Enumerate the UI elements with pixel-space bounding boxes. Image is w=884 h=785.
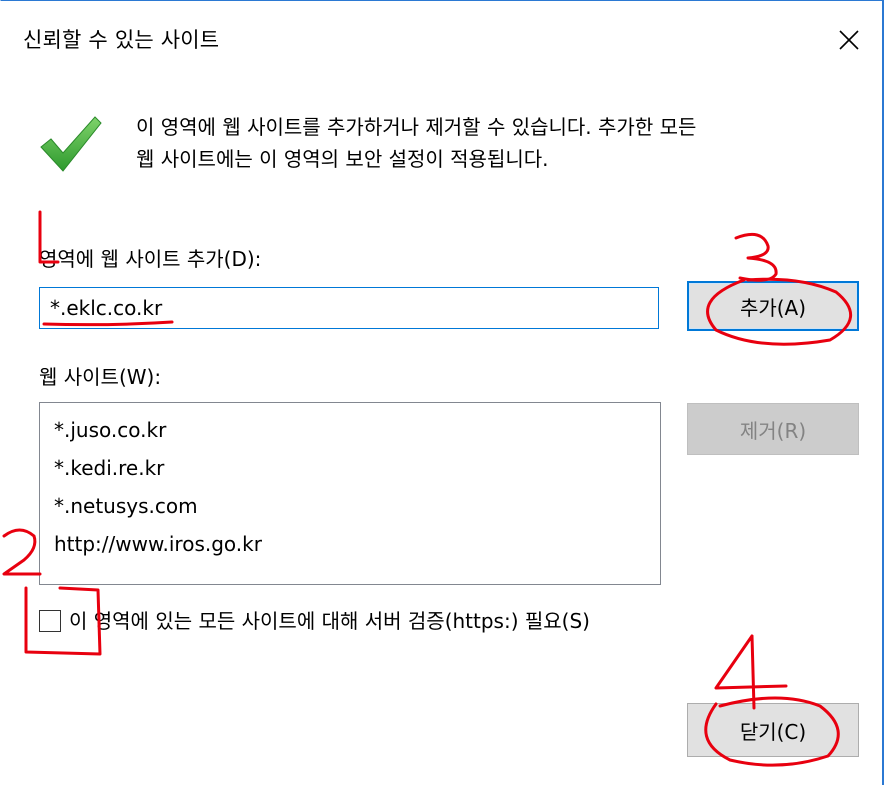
remove-button[interactable]: 제거(R) bbox=[687, 403, 859, 455]
checkmark-icon bbox=[40, 116, 102, 172]
require-https-checkbox[interactable] bbox=[39, 610, 61, 632]
description-line-1: 이 영역에 웹 사이트를 추가하거나 제거할 수 있습니다. 추가한 모든 bbox=[136, 115, 697, 139]
description-line-2: 웹 사이트에는 이 영역의 보안 설정이 적용됩니다. bbox=[136, 147, 549, 171]
dialog-title: 신뢰할 수 있는 사이트 bbox=[23, 28, 220, 52]
list-item[interactable]: *.kedi.re.kr bbox=[40, 449, 660, 487]
require-https-row[interactable]: 이 영역에 있는 모든 사이트에 대해 서버 검증(https:) 필요(S) bbox=[39, 607, 590, 635]
trusted-sites-dialog: 신뢰할 수 있는 사이트 이 영역에 웹 사이트를 추가하거나 제거할 수 있습… bbox=[0, 0, 884, 785]
websites-label: 웹 사이트(W): bbox=[39, 365, 162, 389]
list-item[interactable]: http://www.iros.go.kr bbox=[40, 525, 660, 563]
zone-description: 이 영역에 웹 사이트를 추가하거나 제거할 수 있습니다. 추가한 모든 웹 … bbox=[136, 111, 866, 175]
close-window-button[interactable] bbox=[826, 17, 872, 63]
close-icon bbox=[839, 30, 859, 50]
add-site-input[interactable] bbox=[39, 287, 659, 329]
websites-list[interactable]: *.juso.co.kr *.kedi.re.kr *.netusys.com … bbox=[39, 402, 661, 585]
require-https-label[interactable]: 이 영역에 있는 모든 사이트에 대해 서버 검증(https:) 필요(S) bbox=[69, 607, 590, 635]
list-item[interactable]: *.juso.co.kr bbox=[40, 411, 660, 449]
add-button[interactable]: 추가(A) bbox=[687, 281, 859, 331]
close-button[interactable]: 닫기(C) bbox=[687, 703, 859, 757]
add-site-label: 영역에 웹 사이트 추가(D): bbox=[39, 247, 262, 271]
list-item[interactable]: *.netusys.com bbox=[40, 487, 660, 525]
